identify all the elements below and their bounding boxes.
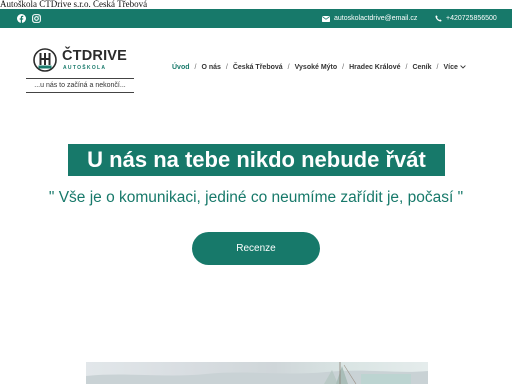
nav-separator: /	[436, 63, 439, 71]
nav-item-vice-dropdown[interactable]: Více	[443, 64, 466, 71]
nav-item-vysoke-myto[interactable]: Vysoké Mýto	[295, 64, 338, 71]
brand-slogan: ...u nás to začíná a nekončí...	[34, 82, 126, 89]
main-navigation: Úvod / O nás / Česká Třebová / Vysoké Mý…	[172, 61, 466, 73]
nav-item-hradec-kralove[interactable]: Hradec Králové	[349, 64, 400, 71]
envelope-icon	[322, 15, 330, 22]
nav-item-uvod[interactable]: Úvod	[172, 64, 190, 71]
steering-gearshift-logo-icon	[33, 48, 57, 72]
hero-headline: U nás na tebe nikdo nebude řvát	[68, 144, 445, 176]
nav-separator: /	[194, 63, 197, 71]
instagram-icon[interactable]	[30, 12, 42, 24]
nav-item-ceska-trebova[interactable]: Česká Třebová	[233, 64, 283, 71]
chevron-down-icon	[460, 65, 466, 69]
slogan-bottom-divider	[26, 92, 134, 93]
nav-separator: /	[342, 63, 345, 71]
nav-item-o-nas[interactable]: O nás	[201, 64, 220, 71]
logo-subtitle: AUTOŠKOLA	[63, 65, 107, 71]
email-link[interactable]: autoskolactdrive@email.cz	[334, 15, 417, 22]
nav-item-cenik[interactable]: Ceník	[412, 64, 431, 71]
hero-quote: " Vše je o komunikaci, jediné co neumíme…	[48, 189, 464, 206]
nav-separator: /	[405, 63, 408, 71]
nav-separator: /	[225, 63, 228, 71]
phone-link[interactable]: +420725856500	[446, 15, 497, 22]
photo-image	[86, 362, 428, 384]
top-contact-bar: autoskolactdrive@email.cz +420725856500	[0, 9, 512, 28]
site-logo[interactable]: ČTDRIVE AUTOŠKOLA	[33, 48, 129, 74]
nav-separator: /	[287, 63, 290, 71]
phone-icon	[435, 15, 442, 22]
hero-photo	[86, 362, 428, 384]
phone-contact[interactable]: +420725856500	[435, 9, 497, 28]
logo-wordmark: ČTDRIVE	[62, 48, 128, 64]
facebook-icon[interactable]	[15, 12, 27, 24]
reviews-button[interactable]: Recenze	[192, 232, 320, 265]
email-contact[interactable]: autoskolactdrive@email.cz	[322, 9, 417, 28]
document-title: Autoškola ČTDrive s.r.o. Česká Třebová	[0, 0, 148, 9]
slogan-top-divider	[26, 78, 134, 79]
